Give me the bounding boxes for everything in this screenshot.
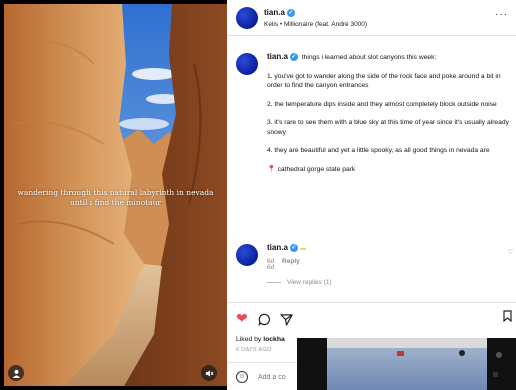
verified-badge-icon: ✓ (289, 243, 298, 252)
location-label: cathedral gorge state park (277, 165, 356, 173)
post-date: 6 DAYS AGO (236, 347, 272, 353)
caption-item-2: 2. the temperature dips inside and they … (267, 100, 497, 108)
avatar[interactable] (236, 53, 258, 75)
video-caption: wandering through this natural labyrinth… (4, 188, 227, 208)
location[interactable]: 📍 cathedral gorge state park (267, 165, 513, 175)
liked-by[interactable]: Liked by lockha (236, 336, 285, 343)
avatar[interactable] (236, 244, 258, 266)
caption-item-4: 4. they are beautiful and yet a little s… (267, 147, 490, 154)
replies-divider (267, 281, 281, 283)
clapping-emoji-icon: ▬ (300, 246, 307, 252)
muted-speaker-icon[interactable] (201, 365, 217, 381)
comment-like-heart-icon[interactable]: ♡ (508, 248, 514, 256)
header-username[interactable]: tian.a ✓ (264, 8, 295, 17)
post-header: tian.a ✓ Kelis • Millionaire (feat. André… (227, 0, 516, 36)
verified-badge-icon: ✓ (286, 8, 295, 17)
picture-in-picture-video[interactable] (297, 338, 516, 390)
pip-corner-icon (493, 372, 498, 377)
post-detail-panel: tian.a ✓ Kelis • Millionaire (feat. André… (227, 0, 516, 390)
caption-item-3: 3. it's rare to see them with a blue sky… (267, 119, 509, 136)
caption-username[interactable]: tian.a ✓ (267, 52, 298, 61)
comment: tian.a ✓ ▬ 6d Reply ♡ View replies (1) (227, 238, 516, 298)
comment-meta: 6d Reply (267, 258, 300, 265)
caption-intro: things i learned about slot canyons this… (301, 54, 437, 61)
audio-track-link[interactable]: Kelis • Millionaire (feat. André 3000) (264, 21, 367, 28)
bookmark-icon[interactable] (503, 310, 512, 325)
comment-bubble-icon[interactable] (258, 310, 271, 327)
caption-text: tian.a ✓ things i learned about slot cany… (267, 52, 513, 176)
post-media[interactable]: wandering through this natural labyrinth… (4, 4, 227, 386)
comment-timestamp: 6d (267, 258, 275, 265)
verified-badge-icon: ✓ (289, 52, 298, 61)
like-heart-icon[interactable]: ❤ (236, 310, 248, 326)
pip-camera-icon (459, 350, 465, 356)
avatar[interactable] (236, 7, 258, 29)
liked-by-user[interactable]: lockha (263, 336, 285, 343)
video-caption-line1: wandering through this natural labyrinth… (17, 188, 214, 197)
comment-username[interactable]: tian.a ✓ ▬ (267, 243, 306, 252)
location-pin-icon: 📍 (267, 165, 276, 173)
emoji-picker-icon[interactable]: ☺ (236, 371, 248, 383)
view-replies-button[interactable]: View replies (1) (267, 279, 332, 286)
user-icon[interactable] (8, 365, 24, 381)
caption-item-1: 1. you've got to wander along the side o… (267, 72, 501, 90)
more-options-icon[interactable]: ··· (495, 9, 508, 20)
reply-button[interactable]: Reply (282, 258, 300, 265)
share-paper-plane-icon[interactable] (280, 310, 293, 326)
divider (227, 302, 516, 303)
pip-control-icon[interactable] (496, 352, 502, 358)
video-caption-line2: until i find the minotaur (69, 198, 162, 207)
pip-record-icon (397, 351, 404, 356)
